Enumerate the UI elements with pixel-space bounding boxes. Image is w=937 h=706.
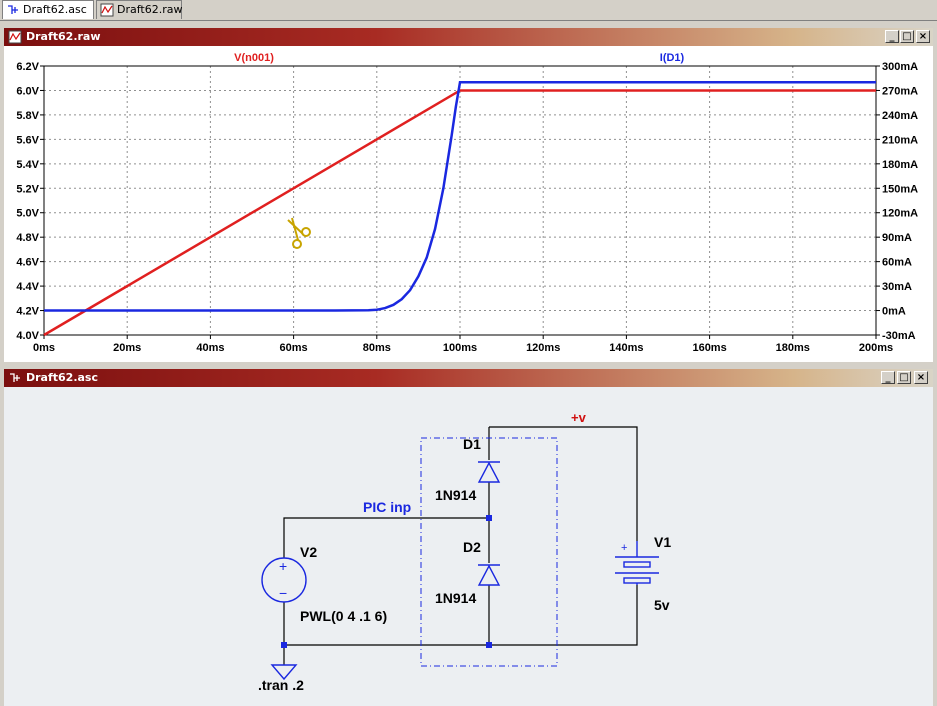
x-tick-label: 120ms (526, 342, 560, 354)
x-tick-label: 40ms (196, 342, 224, 354)
y-left-tick-label: 4.8V (16, 232, 39, 244)
d1-model[interactable]: 1N914 (435, 487, 476, 503)
diode-d1[interactable] (477, 461, 501, 483)
waveform-plot-pane[interactable]: 0ms 20ms 40ms 60ms 80ms 100ms 120ms 140ms 160ms 1… (4, 46, 933, 362)
v2-minus-sign: − (279, 585, 287, 601)
y-right-tick-label: 240mA (882, 110, 918, 122)
schematic-window-titlebar[interactable]: Draft62.asc _ □ × (4, 369, 933, 387)
maximize-button[interactable]: □ (900, 30, 914, 43)
schematic-window-title: Draft62.asc (26, 371, 98, 384)
waveform-icon (8, 30, 22, 44)
x-tick-label: 200ms (859, 342, 893, 354)
y-right-tick-label: 300mA (882, 61, 918, 73)
x-tick-label: 60ms (280, 342, 308, 354)
scissors-cursor-icon (287, 217, 311, 249)
schematic-drawing[interactable]: +v PIC inp D1 1N914 D2 1N914 V1 5v V2 PW… (4, 387, 933, 706)
net-label-plus-v[interactable]: +v (571, 410, 587, 425)
y-right-tick-label: 180mA (882, 159, 918, 171)
x-tick-label: 20ms (113, 342, 141, 354)
y-right-tick-label: 30mA (882, 281, 912, 293)
y-left-tick-label: 5.4V (16, 159, 39, 171)
y-right-tick-label: 150mA (882, 183, 918, 195)
d1-name[interactable]: D1 (463, 436, 481, 452)
waveform-icon (100, 3, 114, 17)
x-tick-label: 140ms (609, 342, 643, 354)
tab-draft62-asc[interactable]: Draft62.asc (2, 0, 94, 19)
x-tick-label: 160ms (692, 342, 726, 354)
scissors-cursor-part (301, 227, 311, 237)
y-right-tick-label: 270mA (882, 85, 918, 97)
net-label-pic-inp[interactable]: PIC inp (363, 499, 411, 515)
v2-value[interactable]: PWL(0 4 .1 6) (300, 608, 387, 624)
v2-name[interactable]: V2 (300, 544, 317, 560)
y-right-tick-label: 210mA (882, 134, 918, 146)
v1-plus-sign: + (621, 542, 627, 554)
d2-model[interactable]: 1N914 (435, 590, 476, 606)
minimize-button[interactable]: _ (881, 371, 895, 384)
y-right-tick-label: -30mA (882, 330, 916, 342)
wire-plus-v[interactable] (489, 426, 638, 541)
y-right-tick-label: 120mA (882, 208, 918, 220)
waveform-chart[interactable]: 0ms 20ms 40ms 60ms 80ms 100ms 120ms 140ms 160ms 1… (4, 46, 933, 362)
x-tick-label: 100ms (443, 342, 477, 354)
tran-directive[interactable]: .tran .2 (258, 677, 304, 693)
x-tick-label: 180ms (776, 342, 810, 354)
diode-d2[interactable] (477, 564, 501, 586)
series-legend-label[interactable]: I(D1) (660, 52, 685, 64)
y-right-tick-label: 90mA (882, 232, 912, 244)
x-tick-label: 0ms (33, 342, 55, 354)
y-left-tick-label: 4.2V (16, 306, 39, 318)
d2-name[interactable]: D2 (463, 539, 481, 555)
y-left-tick-label: 4.6V (16, 257, 39, 269)
schematic-icon (10, 373, 20, 382)
y-left-tick-label: 5.0V (16, 208, 39, 220)
y-left-tick-label: 5.6V (16, 134, 39, 146)
series-legend-label[interactable]: V(n001) (234, 52, 274, 64)
schematic-icon (8, 5, 18, 14)
v1-value[interactable]: 5v (654, 597, 670, 613)
document-tab-strip: Draft62.asc Draft62.raw (0, 0, 937, 21)
scissors-cursor-part (292, 239, 302, 249)
schematic-canvas[interactable]: +v PIC inp D1 1N914 D2 1N914 V1 5v V2 PW… (4, 387, 933, 706)
tab-draft62-raw[interactable]: Draft62.raw (96, 0, 182, 19)
junction-dot (281, 642, 287, 648)
y-right-tick-label: 0mA (882, 306, 906, 318)
waveform-window-title: Draft62.raw (26, 30, 101, 43)
y-left-tick-label: 6.2V (16, 61, 39, 73)
maximize-button[interactable]: □ (897, 371, 911, 384)
junction-dot (486, 642, 492, 648)
close-button[interactable]: × (916, 30, 930, 43)
y-left-tick-label: 4.0V (16, 330, 39, 342)
minimize-button[interactable]: _ (885, 30, 899, 43)
y-left-tick-label: 5.8V (16, 110, 39, 122)
y-right-tick-label: 60mA (882, 257, 912, 269)
waveform-window-titlebar[interactable]: Draft62.raw _ □ × (4, 28, 933, 46)
v2-plus-sign: + (279, 558, 287, 574)
close-button[interactable]: × (914, 371, 928, 384)
y-left-tick-label: 6.0V (16, 85, 39, 97)
y-left-tick-label: 4.4V (16, 281, 39, 293)
junction-dot (486, 515, 492, 521)
v1-name[interactable]: V1 (654, 534, 671, 550)
x-tick-label: 80ms (363, 342, 391, 354)
y-left-tick-label: 5.2V (16, 183, 39, 195)
